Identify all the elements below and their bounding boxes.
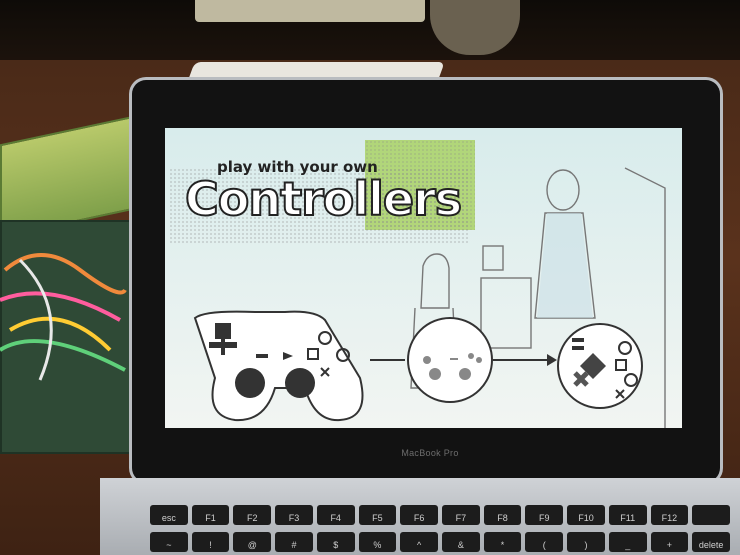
key-6[interactable]: ^ [400,532,438,552]
key-delete[interactable]: delete [692,532,730,552]
key-minus[interactable]: _ [608,532,647,552]
laptop-screen: play with your own Controllers [165,128,682,428]
background-laptop [195,0,425,22]
key-f7[interactable]: F7 [442,505,480,525]
key-9[interactable]: ( [525,532,564,552]
key-equals[interactable]: + [650,532,689,552]
key-5[interactable]: % [358,532,397,552]
buttons-circle-icon [557,323,643,409]
rubber-bands [0,253,127,381]
gamepad-icon [193,310,364,422]
key-1[interactable]: ! [191,532,230,552]
key-eject[interactable] [692,505,730,525]
key-f3[interactable]: F3 [275,505,313,525]
key-8[interactable]: * [483,532,522,552]
key-0[interactable]: ) [567,532,605,552]
key-2[interactable]: @ [233,532,272,552]
photo-scene: play with your own Controllers MacBook P… [0,0,740,555]
key-f2[interactable]: F2 [233,505,272,525]
laptop-brand-label: MacBook Pro [401,448,459,458]
key-esc[interactable]: esc [150,505,188,525]
key-f4[interactable]: F4 [316,505,355,525]
key-f6[interactable]: F6 [400,505,438,525]
key-f9[interactable]: F9 [525,505,564,525]
key-3[interactable]: # [275,532,313,552]
key-4[interactable]: $ [316,532,355,552]
controller-circle-icon [407,317,493,403]
key-7[interactable]: & [442,532,480,552]
arrow-head [547,354,557,366]
key-f12[interactable]: F12 [650,505,689,525]
key-tilde[interactable]: ~ [150,532,188,552]
controller-diagram [193,310,643,422]
key-f8[interactable]: F8 [483,505,522,525]
key-f5[interactable]: F5 [358,505,397,525]
key-f10[interactable]: F10 [567,505,605,525]
key-f11[interactable]: F11 [608,505,647,525]
laptop-keyboard: esc F1 F2 F3 F4 F5 F6 F7 F8 F9 F10 F11 F… [150,505,730,555]
key-f1[interactable]: F1 [191,505,230,525]
